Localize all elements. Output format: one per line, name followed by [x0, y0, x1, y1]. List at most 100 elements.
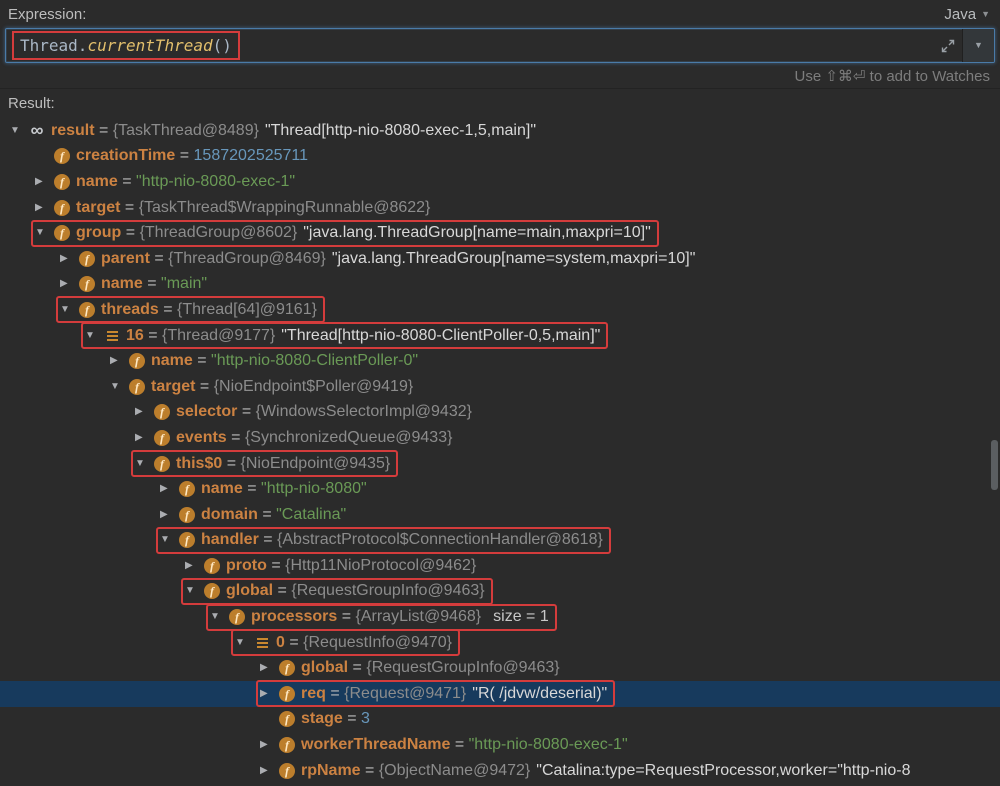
field-icon: f	[229, 609, 245, 626]
tree-row[interactable]: ▼ 0 = {RequestInfo@9470}	[0, 629, 1000, 657]
tree-row[interactable]: ▼ f target = {NioEndpoint$Poller@9419}	[0, 374, 1000, 400]
chevron-expanded-icon[interactable]: ▼	[8, 125, 29, 136]
tree-row[interactable]: ▶ f name = "http-nio-8080-ClientPoller-0"	[0, 348, 1000, 374]
chevron-collapsed-icon[interactable]: ▶	[133, 432, 154, 443]
equals-sign: =	[242, 480, 262, 498]
tree-row[interactable]: ▶ f workerThreadName = "http-nio-8080-exec…	[0, 732, 1000, 758]
row-content: ▶ f parent = {ThreadGroup@8469} "java.lang.…	[58, 247, 701, 270]
equals-sign: =	[192, 352, 212, 370]
chevron-collapsed-icon[interactable]: ▶	[258, 765, 279, 776]
chevron-expanded-icon[interactable]: ▼	[133, 458, 154, 469]
field-icon: f	[129, 353, 145, 370]
chevron-collapsed-icon[interactable]: ▶	[33, 202, 54, 213]
field-icon: f	[129, 378, 145, 395]
variable-name: group	[76, 224, 122, 242]
variable-name: req	[301, 684, 326, 702]
equals-sign: =	[142, 275, 162, 293]
tree-row[interactable]: ▼ f this$0 = {NioEndpoint@9435}	[0, 450, 1000, 478]
variable-name: proto	[226, 556, 267, 574]
scrollbar-thumb[interactable]	[991, 440, 998, 490]
variable-value-reference: {ObjectName@9472}	[378, 761, 531, 779]
field-icon: f	[54, 199, 70, 216]
hint-row: Use ⇧⌘⏎ to add to Watches	[0, 63, 1000, 89]
expression-input[interactable]: Thread.currentThread() ▼	[5, 28, 995, 63]
tree-row[interactable]: ▶ f name = "http-nio-8080-exec-1"	[0, 169, 1000, 195]
equals-sign: =	[195, 377, 214, 395]
row-content: ▶ f name = "http-nio-8080-ClientPoller-0"	[108, 350, 424, 373]
chevron-collapsed-icon[interactable]: ▶	[158, 509, 179, 520]
chevron-expanded-icon[interactable]: ▼	[208, 612, 229, 622]
tree-row[interactable]: ▶ f global = {RequestGroupInfo@9463}	[0, 655, 1000, 681]
history-dropdown-button[interactable]: ▼	[963, 29, 994, 62]
tree-row[interactable]: ▶ f req = {Request@9471} "R( /jdvw/deserial…	[0, 680, 1000, 708]
input-controls: ▼	[934, 29, 994, 62]
tree-row[interactable]: ▼ f global = {RequestGroupInfo@9463}	[0, 577, 1000, 605]
variable-value-reference: {SynchronizedQueue@9433}	[244, 428, 453, 446]
tree-row[interactable]: ▼ f handler = {AbstractProtocol$Connection…	[0, 526, 1000, 554]
tree-row[interactable]: ▶ f domain = "Catalina"	[0, 502, 1000, 528]
tree-row[interactable]: ▶ f selector = {WindowsSelectorImpl@9432}	[0, 400, 1000, 426]
tree-row[interactable]: ▼ f group = {ThreadGroup@8602} "java.lang.T…	[0, 219, 1000, 247]
chevron-collapsed-icon[interactable]: ▶	[58, 279, 79, 289]
chevron-collapsed-icon[interactable]: ▶	[258, 663, 279, 673]
variable-value-tostring: "java.lang.ThreadGroup[name=main,maxpri=…	[303, 224, 651, 242]
equals-sign: =	[273, 582, 292, 600]
row-content: ▶ f name = "main"	[58, 273, 213, 296]
annotated-row-content: ▼ f threads = {Thread[64]@9161}	[56, 296, 325, 324]
variable-value-reference: {TaskThread$WrappingRunnable@8622}	[138, 198, 431, 216]
tree-row[interactable]: ▶ f proto = {Http11NioProtocol@9462}	[0, 553, 1000, 579]
chevron-collapsed-icon[interactable]: ▶	[158, 484, 179, 494]
tree-row[interactable]: f creationTime = 1587202525711	[0, 144, 1000, 170]
expand-button[interactable]	[934, 29, 962, 62]
field-icon: f	[54, 225, 70, 242]
equals-sign: =	[143, 326, 163, 344]
chevron-collapsed-icon[interactable]: ▶	[58, 253, 79, 264]
chevron-expanded-icon[interactable]: ▼	[233, 637, 254, 648]
chevron-expanded-icon[interactable]: ▼	[58, 304, 79, 315]
tree-row[interactable]: ▶ f name = "main"	[0, 272, 1000, 298]
tree-row[interactable]: ▼ f threads = {Thread[64]@9161}	[0, 296, 1000, 324]
tree-row[interactable]: ▼ f processors = {ArrayList@9468} size = 1	[0, 603, 1000, 631]
chevron-down-icon: ▼	[974, 40, 983, 50]
tree-row[interactable]: ▶ f name = "http-nio-8080"	[0, 476, 1000, 502]
chevron-collapsed-icon[interactable]: ▶	[258, 740, 279, 750]
variable-name: selector	[176, 403, 238, 421]
chevron-collapsed-icon[interactable]: ▶	[108, 356, 129, 366]
tree-row[interactable]: ▶ f target = {TaskThread$WrappingRunnable@…	[0, 195, 1000, 221]
tree-row[interactable]: ▶ f parent = {ThreadGroup@8469} "java.lang.…	[0, 246, 1000, 272]
expression-header: Expression: Java ▼	[0, 0, 1000, 28]
variable-value-reference: {Request@9471}	[344, 684, 467, 702]
variable-name: 16	[126, 326, 144, 344]
chevron-down-icon: ▼	[981, 9, 990, 19]
variable-value-string: "Catalina"	[276, 505, 347, 523]
variable-value-reference: {Thread@9177}	[162, 326, 276, 344]
chevron-expanded-icon[interactable]: ▼	[183, 586, 204, 596]
tree-row[interactable]: ▶ f events = {SynchronizedQueue@9433}	[0, 425, 1000, 451]
chevron-expanded-icon[interactable]: ▼	[33, 228, 54, 238]
variable-value-tostring: "Catalina:type=RequestProcessor,worker="…	[536, 761, 911, 779]
annotated-row-content: ▼ f handler = {AbstractProtocol$Connection…	[156, 526, 611, 554]
tree-row[interactable]: ▼ 16 = {Thread@9177} "Thread[http-nio-8080…	[0, 322, 1000, 350]
field-icon: f	[279, 737, 295, 754]
chevron-expanded-icon[interactable]: ▼	[108, 381, 129, 392]
chevron-expanded-icon[interactable]: ▼	[83, 330, 104, 341]
field-icon: f	[179, 532, 195, 549]
equals-sign: =	[117, 172, 137, 190]
expand-icon	[941, 39, 955, 52]
tree-row[interactable]: f stage = 3	[0, 707, 1000, 733]
language-selector[interactable]: Java ▼	[944, 6, 990, 23]
tree-row[interactable]: ▶ f rpName = {ObjectName@9472} "Catalina:ty…	[0, 758, 1000, 784]
chevron-collapsed-icon[interactable]: ▶	[133, 407, 154, 417]
equals-sign: =	[237, 403, 256, 421]
tree-row[interactable]: ▼ ∞ result = {TaskThread@8489} "Thread[http…	[0, 118, 1000, 144]
chevron-collapsed-icon[interactable]: ▶	[258, 688, 279, 699]
collection-size: size = 1	[493, 608, 549, 626]
row-content: ▶ f domain = "Catalina"	[158, 503, 352, 526]
variable-name: domain	[201, 505, 258, 523]
chevron-expanded-icon[interactable]: ▼	[158, 535, 179, 545]
equals-sign: =	[337, 608, 356, 626]
variable-name: events	[176, 428, 227, 446]
variable-value-number: 3	[361, 710, 370, 728]
chevron-collapsed-icon[interactable]: ▶	[33, 176, 54, 187]
chevron-collapsed-icon[interactable]: ▶	[183, 560, 204, 571]
